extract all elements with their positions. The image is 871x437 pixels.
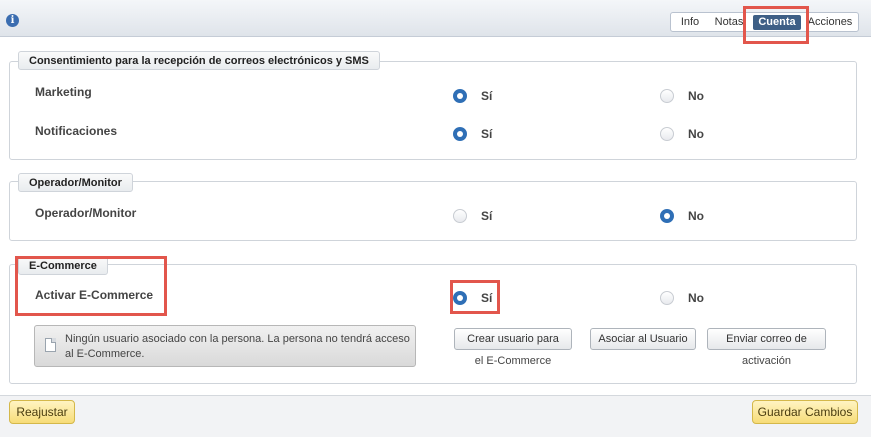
operator-no-radio[interactable]	[660, 209, 674, 223]
notifications-label: Notificaciones	[35, 124, 118, 138]
activate-ecommerce-no-radio[interactable]	[660, 291, 674, 305]
marketing-yes-label: Sí	[481, 89, 493, 103]
send-activation-sublabel: activación	[742, 355, 791, 367]
notifications-yes-label: Sí	[481, 127, 493, 141]
info-icon[interactable]: i	[6, 14, 19, 27]
notice-text: Ningún usuario asociado con la persona. …	[65, 333, 410, 360]
highlight-ecommerce-label	[15, 256, 167, 316]
marketing-no-radio[interactable]	[660, 89, 674, 103]
operator-yes-radio[interactable]	[453, 209, 467, 223]
notifications-yes-radio[interactable]	[453, 127, 467, 141]
operator-legend: Operador/Monitor	[18, 173, 133, 192]
footer-bar: Reajustar Guardar Cambios	[0, 395, 871, 437]
marketing-yes-radio[interactable]	[453, 89, 467, 103]
activate-ecommerce-no-label: No	[688, 291, 704, 305]
panel-header: i Info Notas Cuenta Acciones	[0, 0, 871, 37]
document-icon	[45, 338, 56, 352]
create-user-sublabel: el E-Commerce	[474, 355, 552, 367]
tab-info[interactable]: Info	[675, 15, 705, 30]
operator-yes-label: Sí	[481, 209, 493, 223]
associate-user-button[interactable]: Asociar al Usuario	[590, 328, 696, 350]
reset-button[interactable]: Reajustar	[9, 400, 75, 424]
tab-acciones[interactable]: Acciones	[807, 15, 853, 30]
activate-ecommerce-label: Activar E-Commerce	[35, 288, 154, 302]
operator-label: Operador/Monitor	[35, 206, 137, 220]
highlight-ecommerce-yes	[450, 280, 500, 314]
save-changes-button[interactable]: Guardar Cambios	[752, 400, 858, 424]
notifications-no-label: No	[688, 127, 704, 141]
consent-legend: Consentimiento para la recepción de corr…	[18, 51, 380, 70]
consent-section	[9, 61, 857, 160]
tab-notas[interactable]: Notas	[711, 15, 747, 30]
send-activation-button[interactable]: Enviar correo de	[707, 328, 826, 350]
marketing-no-label: No	[688, 89, 704, 103]
marketing-label: Marketing	[35, 85, 92, 99]
notifications-no-radio[interactable]	[660, 127, 674, 141]
operator-no-label: No	[688, 209, 704, 223]
highlight-cuenta-tab	[743, 6, 809, 44]
create-user-button[interactable]: Crear usuario para	[454, 328, 572, 350]
no-user-notice: Ningún usuario asociado con la persona. …	[34, 325, 416, 367]
